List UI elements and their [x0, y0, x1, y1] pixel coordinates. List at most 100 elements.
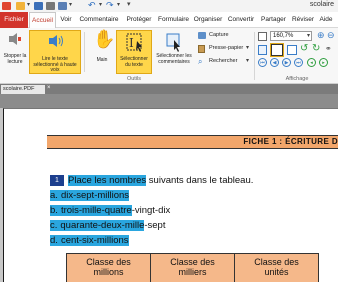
fit-visible-icon[interactable] [287, 45, 297, 55]
rotate-left-icon[interactable]: ↺ [300, 43, 308, 54]
select-annotations-label: Sélectionner les commentaires [156, 53, 192, 65]
tools-group-label: Outils [126, 76, 142, 82]
link-icon[interactable]: ⚭ [325, 44, 332, 53]
stop-reading-label: Stopper la lecture [3, 53, 27, 65]
dropdown-arrow-icon[interactable]: ▾ [69, 1, 72, 8]
dropdown-arrow-icon[interactable]: ▾ [117, 1, 120, 8]
menu-convertir[interactable]: Convertir [226, 12, 256, 28]
camera-icon [198, 32, 206, 39]
dropdown-arrow-icon[interactable]: ▾ [99, 1, 102, 8]
window-title: scolaire [309, 1, 334, 8]
list-item[interactable]: a. dix-sept-millions [50, 190, 130, 202]
save-icon[interactable] [34, 2, 43, 10]
search-button[interactable]: ⌕ Rechercher ▾ [198, 57, 250, 67]
zoom-value: 160,7% [273, 33, 294, 39]
stop-reading-button[interactable]: Stopper la lecture [2, 30, 28, 70]
exercise-instruction[interactable]: 1 Place les nombres suivants dans le tabl… [50, 175, 253, 187]
menu-voir[interactable]: Voir [58, 12, 74, 28]
clipboard-icon [198, 45, 205, 53]
header-line-1: Classe des [86, 257, 131, 267]
ribbon-separator [84, 32, 85, 72]
header-line-2: unités [264, 267, 289, 277]
list-item[interactable]: c. quarante-deux-mille-sept [50, 220, 165, 232]
read-selected-label: Lire le texte sélectionné à haute voix [33, 56, 77, 74]
fit-page-icon[interactable] [258, 32, 267, 41]
instruction-rest-text: suivants dans le tableau. [146, 175, 254, 186]
menu-reviser[interactable]: Réviser [291, 12, 315, 28]
list-item[interactable]: d. cent-six-millions [50, 235, 129, 247]
list-item[interactable]: b. trois-mille-quatre-vingt-dix [50, 205, 170, 217]
capture-button[interactable]: Capture [198, 31, 250, 41]
email-icon[interactable] [58, 2, 67, 10]
fit-width-icon[interactable] [270, 43, 284, 57]
first-page-icon[interactable]: ⏮ [258, 58, 267, 67]
menu-commentaire[interactable]: Commentaire [77, 12, 121, 28]
menu-accueil[interactable]: Accueil [29, 12, 56, 28]
svg-text:I: I [129, 36, 134, 50]
display-group-label: Affichage [285, 76, 309, 82]
header-line-1: Classe des [170, 257, 215, 267]
select-text-button[interactable]: I Sélectionner du texte [116, 30, 152, 74]
select-text-label: Sélectionner du texte [120, 56, 148, 68]
item-rest-text: -vingt-dix [131, 205, 171, 216]
chevron-down-icon: ▾ [246, 45, 250, 51]
menu-file[interactable]: Fichier [0, 12, 28, 28]
item-selected-text: dix-sept-millions [60, 190, 130, 201]
classes-table: Classe des millions Classe des milliers … [66, 253, 319, 282]
item-selected-text: cent-six-millions [60, 235, 129, 246]
next-page-icon[interactable]: ▶ [282, 58, 291, 67]
undo-icon[interactable]: ↶ [88, 0, 96, 11]
text-cursor-icon: I [126, 33, 142, 52]
menu-partager[interactable]: Partager [259, 12, 288, 28]
redo-icon[interactable]: ↷ [106, 0, 114, 11]
select-annotations-button[interactable]: Sélectionner les commentaires [154, 30, 194, 70]
exercise-number-badge: 1 [50, 175, 64, 186]
menu-aide[interactable]: Aide [317, 12, 335, 28]
item-selected-text: trois-mille-quatre [60, 205, 132, 216]
chevron-down-icon: ▾ [306, 33, 310, 39]
search-label: Rechercher [209, 58, 238, 64]
document-background [0, 94, 338, 108]
speaker-stop-icon [9, 33, 21, 45]
print-icon[interactable] [46, 2, 55, 10]
rotate-right-icon[interactable]: ↻ [312, 43, 320, 54]
header-line-2: milliers [178, 267, 207, 277]
instruction-selected-text: Place les nombres [68, 175, 147, 186]
menu-proteger[interactable]: Protéger [124, 12, 154, 28]
item-letter: c. [50, 220, 61, 231]
zoom-in-icon[interactable]: ⊕ [317, 30, 325, 41]
zoom-field[interactable]: 160,7% ▾ [270, 31, 312, 41]
clipboard-label: Presse-papier [209, 45, 244, 51]
search-icon: ⌕ [198, 57, 203, 66]
page-back-icon[interactable]: ◂ [307, 58, 316, 67]
clipboard-button[interactable]: Presse-papier ▾ [198, 44, 250, 54]
ribbon-separator [254, 32, 255, 80]
hand-icon: ✋ [93, 29, 116, 49]
header-line-1: Classe des [254, 257, 299, 267]
zoom-out-icon[interactable]: ⊖ [327, 30, 335, 41]
document-tab[interactable]: scolaire.PDF [1, 85, 45, 94]
item-letter: a. [50, 190, 61, 201]
single-page-icon[interactable] [258, 45, 267, 55]
close-icon[interactable]: × [47, 85, 51, 91]
previous-page-icon[interactable]: ◀ [270, 58, 279, 67]
title-bar: ▾ ▾ ↶ ▾ ↷ ▾ ▾ scolaire [0, 0, 338, 12]
dropdown-arrow-icon[interactable]: ▾ [27, 1, 30, 8]
fiche-title: FICHE 1 : ÉCRITURE D [243, 137, 338, 146]
fiche-header-band: FICHE 1 : ÉCRITURE D [47, 135, 338, 149]
open-folder-icon[interactable] [16, 2, 25, 10]
last-page-icon[interactable]: ⏭ [294, 58, 303, 67]
menu-formulaire[interactable]: Formulaire [157, 12, 190, 28]
read-selected-button[interactable]: Lire le texte sélectionné à haute voix [29, 30, 81, 74]
item-letter: d. [50, 235, 61, 246]
page-forward-icon[interactable]: ▸ [319, 58, 328, 67]
app-logo-icon [2, 2, 11, 10]
item-letter: b. [50, 205, 61, 216]
hand-tool-button[interactable]: ✋ Main [90, 29, 116, 70]
chevron-down-icon: ▾ [246, 58, 250, 64]
speaker-icon [49, 35, 63, 47]
menu-organiser[interactable]: Organiser [193, 12, 223, 28]
table-header-cell: Classe des millions [67, 254, 151, 282]
customize-dropdown-icon[interactable]: ▾ [127, 0, 131, 8]
header-line-2: millions [93, 267, 124, 277]
